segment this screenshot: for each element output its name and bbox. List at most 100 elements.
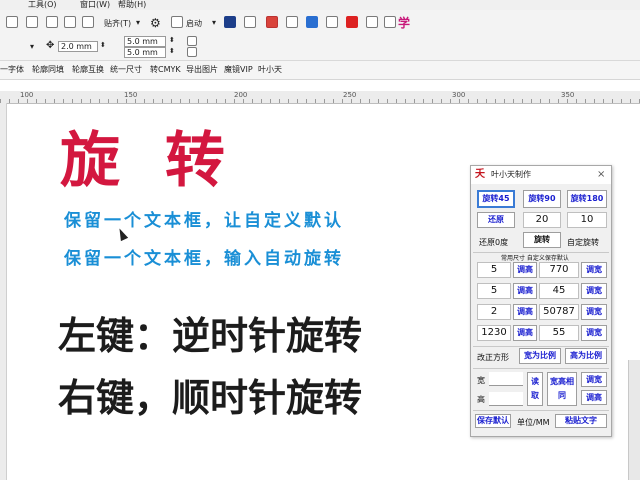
close-icon[interactable]: × bbox=[597, 166, 605, 184]
adjust-height-button-2[interactable]: 调高 bbox=[513, 283, 537, 299]
save-default-button[interactable]: 保存默认 bbox=[475, 414, 511, 428]
size-height-input-2[interactable]: 5 bbox=[477, 283, 511, 299]
read-button[interactable]: 读取 bbox=[527, 372, 543, 406]
adjust-height-button-1[interactable]: 调高 bbox=[513, 262, 537, 278]
plugin-icon-5[interactable] bbox=[306, 16, 318, 28]
nudge-stepper[interactable]: ⬍ bbox=[100, 41, 106, 49]
lock-ratio-icon[interactable] bbox=[187, 36, 197, 46]
snap-dropdown[interactable]: 贴齐(T) bbox=[104, 18, 131, 29]
panel-title: 叶小天制作 bbox=[491, 170, 531, 179]
rotate-button[interactable]: 旋转 bbox=[523, 232, 561, 248]
zoom-icon[interactable] bbox=[6, 16, 18, 28]
app-logo-icon: 夭 bbox=[475, 169, 485, 180]
lock-ratio-icon-2[interactable] bbox=[187, 47, 197, 57]
make-square-label[interactable]: 改正方形 bbox=[477, 352, 509, 363]
plugin-command-bar: 一字体 轮廓同填 轮廓互换 统一尺寸 转CMYK 导出图片 魔镜VIP 叶小天 bbox=[0, 61, 640, 80]
plugin-icon-9[interactable] bbox=[384, 16, 396, 28]
nudge-distance-input[interactable]: 2.0 mm bbox=[58, 41, 98, 52]
cmd-item-outline-fill[interactable]: 轮廓同填 bbox=[32, 61, 64, 79]
cmd-item-author[interactable]: 叶小天 bbox=[258, 61, 282, 79]
cmd-item-font[interactable]: 一字体 bbox=[0, 61, 24, 79]
align-icon[interactable] bbox=[82, 16, 94, 28]
restore-button[interactable]: 还原 bbox=[477, 212, 515, 228]
adjust-width-button-5[interactable]: 调宽 bbox=[581, 372, 607, 387]
adjust-height-button-5[interactable]: 调高 bbox=[581, 390, 607, 405]
width-input[interactable] bbox=[489, 372, 523, 386]
cmd-item-same-size[interactable]: 统一尺寸 bbox=[110, 61, 142, 79]
cmd-item-outline-swap[interactable]: 轮廓互换 bbox=[72, 61, 104, 79]
canvas-blue-text-1[interactable]: 保留一个文本框，让自定义默认 bbox=[64, 206, 344, 231]
ruler-label: 250 bbox=[343, 91, 357, 99]
size-width-input-3[interactable]: 50787 bbox=[539, 304, 579, 320]
plugin-icon-4[interactable] bbox=[286, 16, 298, 28]
duplicate-y-input[interactable]: 5.0 mm bbox=[124, 47, 166, 58]
cmd-item-export-image[interactable]: 导出图片 bbox=[186, 61, 218, 79]
separator bbox=[473, 368, 609, 369]
plugin-icon-3[interactable] bbox=[266, 16, 278, 28]
height-ratio-button[interactable]: 高为比例 bbox=[565, 348, 607, 364]
horizontal-ruler: 100 150 200 250 300 350 bbox=[0, 91, 640, 104]
ruler-label: 200 bbox=[234, 91, 248, 99]
rotate-90-button[interactable]: 旋转90 bbox=[523, 190, 561, 208]
nudge-icon: ✥ bbox=[46, 40, 55, 51]
size-height-input-4[interactable]: 1230 bbox=[477, 325, 511, 341]
canvas-dark-text-1[interactable]: 左键：逆时针旋转 bbox=[58, 305, 362, 360]
snap-chevron-icon[interactable]: ▾ bbox=[136, 18, 140, 27]
ruler-label: 100 bbox=[20, 91, 34, 99]
hint-text: 常用尺寸 自定义保存默认 bbox=[501, 255, 569, 262]
dropdown-chevron-icon[interactable]: ▾ bbox=[30, 42, 34, 51]
grid-icon[interactable] bbox=[46, 16, 58, 28]
dup-y-stepper[interactable]: ⬍ bbox=[169, 47, 175, 55]
cmd-item-cmyk[interactable]: 转CMYK bbox=[150, 61, 181, 79]
plugin-icon-1[interactable] bbox=[224, 16, 236, 28]
launch-dropdown[interactable]: 启动 bbox=[186, 18, 202, 29]
adjust-height-button-4[interactable]: 调高 bbox=[513, 325, 537, 341]
panel-titlebar[interactable]: 夭 叶小天制作 × bbox=[471, 166, 611, 184]
adjust-width-button-2[interactable]: 调宽 bbox=[581, 283, 607, 299]
launch-chevron-icon[interactable]: ▾ bbox=[212, 18, 216, 27]
size-height-input-3[interactable]: 2 bbox=[477, 304, 511, 320]
study-icon[interactable]: 学 bbox=[398, 14, 410, 31]
height-label: 高 bbox=[477, 395, 485, 404]
size-height-input-1[interactable]: 5 bbox=[477, 262, 511, 278]
guides-icon[interactable] bbox=[64, 16, 76, 28]
size-width-input-4[interactable]: 55 bbox=[539, 325, 579, 341]
ruler-label: 150 bbox=[124, 91, 138, 99]
vertical-ruler bbox=[0, 103, 7, 480]
canvas-dark-text-2[interactable]: 右键，顺时针旋转 bbox=[58, 367, 362, 422]
width-label: 宽 bbox=[477, 376, 485, 385]
restore-zero-label[interactable]: 还原0度 bbox=[479, 237, 508, 248]
menu-help[interactable]: 帮助(H) bbox=[118, 0, 146, 10]
fullscreen-icon[interactable] bbox=[26, 16, 38, 28]
canvas-title-text[interactable]: 旋 转 bbox=[60, 112, 237, 199]
paste-text-button[interactable]: 粘贴文字 bbox=[555, 414, 607, 428]
adjust-height-button-3[interactable]: 调高 bbox=[513, 304, 537, 320]
height-input[interactable] bbox=[489, 392, 523, 406]
dup-x-stepper[interactable]: ⬍ bbox=[169, 36, 175, 44]
canvas-blue-text-2[interactable]: 保留一个文本框，输入自动旋转 bbox=[64, 244, 344, 269]
plugin-icon-8[interactable] bbox=[366, 16, 378, 28]
duplicate-x-input[interactable]: 5.0 mm bbox=[124, 36, 166, 47]
rotate-45-button[interactable]: 旋转45 bbox=[477, 190, 515, 208]
size-width-input-2[interactable]: 45 bbox=[539, 283, 579, 299]
adjust-width-button-4[interactable]: 调宽 bbox=[581, 325, 607, 341]
angle-input-1[interactable]: 20 bbox=[523, 212, 561, 228]
plugin-icon-6[interactable] bbox=[326, 16, 338, 28]
launch-icon[interactable] bbox=[171, 16, 183, 28]
standard-toolbar: 贴齐(T) ▾ ⚙ 启动 ▾ 学 bbox=[0, 10, 640, 34]
size-width-input-1[interactable]: 770 bbox=[539, 262, 579, 278]
adjust-width-button-3[interactable]: 调宽 bbox=[581, 304, 607, 320]
adjust-width-button-1[interactable]: 调宽 bbox=[581, 262, 607, 278]
cmd-item-vip[interactable]: 魔镜VIP bbox=[224, 61, 253, 79]
menu-window[interactable]: 窗口(W) bbox=[80, 0, 110, 10]
angle-input-2[interactable]: 10 bbox=[567, 212, 607, 228]
vertical-scrollbar[interactable] bbox=[628, 360, 640, 480]
width-ratio-button[interactable]: 宽为比例 bbox=[519, 348, 561, 364]
settings-gear-icon[interactable]: ⚙ bbox=[150, 16, 161, 30]
custom-rotate-label[interactable]: 自定旋转 bbox=[567, 237, 599, 248]
plugin-icon-2[interactable] bbox=[244, 16, 256, 28]
menu-tools[interactable]: 工具(O) bbox=[28, 0, 57, 10]
same-size-button[interactable]: 宽高相同 bbox=[547, 372, 577, 406]
plugin-icon-7[interactable] bbox=[346, 16, 358, 28]
rotate-180-button[interactable]: 旋转180 bbox=[567, 190, 607, 208]
